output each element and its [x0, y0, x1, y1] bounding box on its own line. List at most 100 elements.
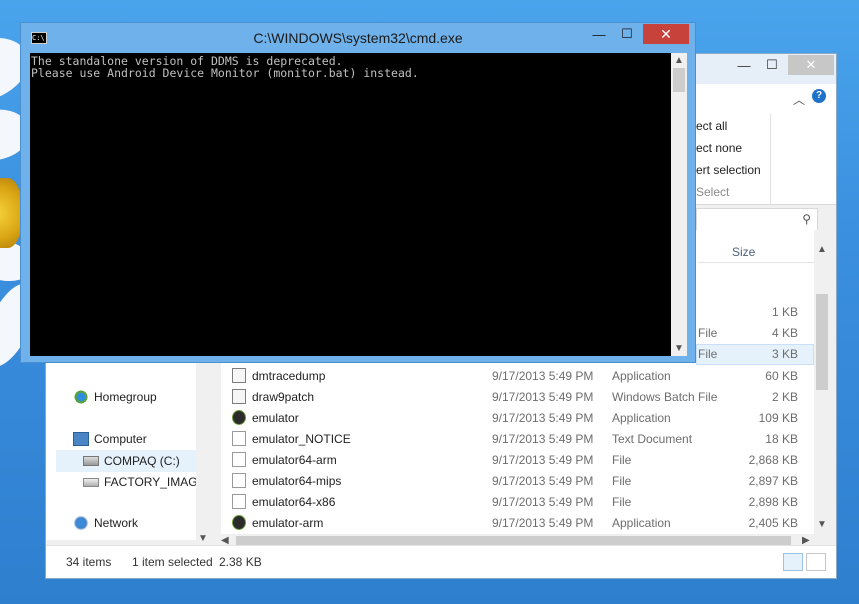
partial-type: File [698, 347, 718, 361]
nav-item-network[interactable]: Network [73, 516, 138, 530]
partial-size: 1 KB [771, 305, 798, 319]
cmd-scrollbar[interactable] [671, 53, 687, 356]
item-count: 34 items [66, 555, 112, 569]
file-type: Application [612, 369, 671, 383]
nav-item-factory-drive[interactable]: FACTORY_IMAGE [83, 472, 196, 494]
file-row[interactable]: emulator64-arm 9/17/2013 5:49 PM File 2,868… [221, 449, 814, 470]
nav-label: Homegroup [94, 390, 157, 404]
file-type: Text Document [612, 432, 693, 446]
selection-size: 2.38 KB [219, 555, 262, 569]
scroll-down-arrow-icon[interactable]: ▼ [674, 343, 684, 354]
file-date: 9/17/2013 5:49 PM [492, 474, 594, 488]
file-icon [232, 473, 246, 488]
file-type: Application [612, 516, 671, 530]
app-window-icon [232, 368, 246, 383]
ribbon-group-label: Select [696, 185, 730, 199]
file-date: 9/17/2013 5:49 PM [492, 495, 594, 509]
file-row[interactable]: dmtracedump 9/17/2013 5:49 PM Application 6… [221, 365, 814, 386]
android-app-icon [232, 410, 246, 425]
scroll-up-arrow-icon[interactable]: ▲ [674, 55, 684, 66]
file-name: emulator64-mips [252, 474, 342, 488]
android-app-icon [232, 515, 246, 530]
scroll-down-arrow-icon[interactable]: ▼ [817, 519, 827, 530]
file-name: emulator [252, 411, 299, 425]
drive-icon [83, 456, 99, 466]
search-icon[interactable]: ⚲ [802, 212, 811, 226]
file-date: 9/17/2013 5:49 PM [492, 411, 594, 425]
file-size: 60 KB [765, 369, 798, 383]
command-prompt-window[interactable]: C:\ C:\WINDOWS\system32\cmd.exe — ☐ ✕ Th… [20, 22, 696, 363]
header-divider [698, 262, 814, 263]
cmd-scrollbar-thumb[interactable] [673, 68, 685, 92]
text-file-icon [232, 431, 246, 446]
file-size: 109 KB [758, 411, 798, 425]
file-size: 2 KB [771, 390, 798, 404]
file-type: File [612, 474, 632, 488]
nav-label: COMPAQ (C:) [104, 454, 180, 468]
details-view-icon[interactable] [783, 553, 803, 571]
file-row[interactable]: emulator-arm 9/17/2013 5:49 PM Application… [221, 512, 814, 533]
file-size: 2,405 KB [748, 516, 798, 530]
select-none-button[interactable]: ect none [696, 141, 742, 155]
selection-count: 1 item selected [132, 555, 213, 569]
partial-type: File [698, 326, 718, 340]
explorer-minimize-button[interactable]: — [730, 55, 758, 75]
scroll-up-arrow-icon[interactable]: ▲ [817, 244, 827, 255]
partial-size: 4 KB [771, 326, 798, 340]
file-date: 9/17/2013 5:49 PM [492, 516, 594, 530]
file-date: 9/17/2013 5:49 PM [492, 453, 594, 467]
file-row[interactable]: emulator_NOTICE 9/17/2013 5:49 PM Text Doc… [221, 428, 814, 449]
nav-item-homegroup[interactable]: Homegroup [73, 390, 157, 404]
file-size: 2,897 KB [748, 474, 798, 488]
cmd-minimize-button[interactable]: — [585, 24, 613, 44]
file-row[interactable]: draw9patch 9/17/2013 5:49 PM Windows Batch… [221, 386, 814, 407]
file-type: File [612, 453, 632, 467]
select-all-button[interactable]: ect all [696, 119, 727, 133]
nav-label: FACTORY_IMAGE [104, 475, 196, 489]
search-input[interactable]: ⚲ [696, 208, 818, 232]
help-icon[interactable]: ? [812, 89, 826, 103]
file-size: 2,898 KB [748, 495, 798, 509]
ribbon-divider [770, 114, 771, 204]
nav-item-computer[interactable]: Computer [73, 432, 147, 446]
cmd-maximize-button[interactable]: ☐ [613, 24, 641, 44]
file-name: emulator_NOTICE [252, 432, 351, 446]
file-name: dmtracedump [252, 369, 326, 383]
drive-icon [83, 477, 99, 487]
console-line: Please use Android Device Monitor (monit… [31, 66, 419, 80]
network-icon [73, 516, 89, 530]
file-type: Windows Batch File [612, 390, 718, 404]
explorer-close-button[interactable]: ✕ [788, 55, 834, 75]
nav-label: Network [94, 516, 139, 530]
file-size: 18 KB [765, 432, 798, 446]
scroll-down-arrow-icon[interactable]: ▼ [198, 533, 208, 544]
flower-center [0, 178, 22, 248]
cmd-close-button[interactable]: ✕ [643, 24, 689, 44]
homegroup-icon [73, 390, 89, 404]
nav-item-compaq-drive[interactable]: COMPAQ (C:) [56, 450, 196, 472]
file-date: 9/17/2013 5:49 PM [492, 432, 594, 446]
ribbon-collapse-chevron-icon[interactable]: ︿ [793, 91, 805, 108]
file-row[interactable]: emulator64-mips 9/17/2013 5:49 PM File 2,89… [221, 470, 814, 491]
large-icons-view-icon[interactable] [806, 553, 826, 571]
nav-label: Computer [94, 432, 147, 446]
invert-selection-button[interactable]: ert selection [696, 163, 761, 177]
explorer-maximize-button[interactable]: ☐ [758, 55, 786, 75]
file-date: 9/17/2013 5:49 PM [492, 390, 594, 404]
partial-size: 3 KB [771, 347, 798, 361]
file-type: File [612, 495, 632, 509]
column-header-size[interactable]: Size [732, 245, 755, 259]
file-name: emulator-arm [252, 516, 324, 530]
file-row[interactable]: emulator64-x86 9/17/2013 5:49 PM File 2,898… [221, 491, 814, 512]
file-name: emulator64-x86 [252, 495, 336, 509]
file-type: Application [612, 411, 671, 425]
computer-icon [73, 432, 89, 446]
file-icon [232, 494, 246, 509]
status-bar: 34 items 1 item selected 2.38 KB [46, 545, 836, 578]
scrollbar-thumb[interactable] [816, 294, 828, 390]
console-output[interactable]: The standalone version of DDMS is deprec… [30, 53, 671, 356]
file-size: 2,868 KB [748, 453, 798, 467]
file-row[interactable]: emulator 9/17/2013 5:49 PM Application 109 … [221, 407, 814, 428]
batch-file-icon [232, 389, 246, 404]
file-name: emulator64-arm [252, 453, 337, 467]
